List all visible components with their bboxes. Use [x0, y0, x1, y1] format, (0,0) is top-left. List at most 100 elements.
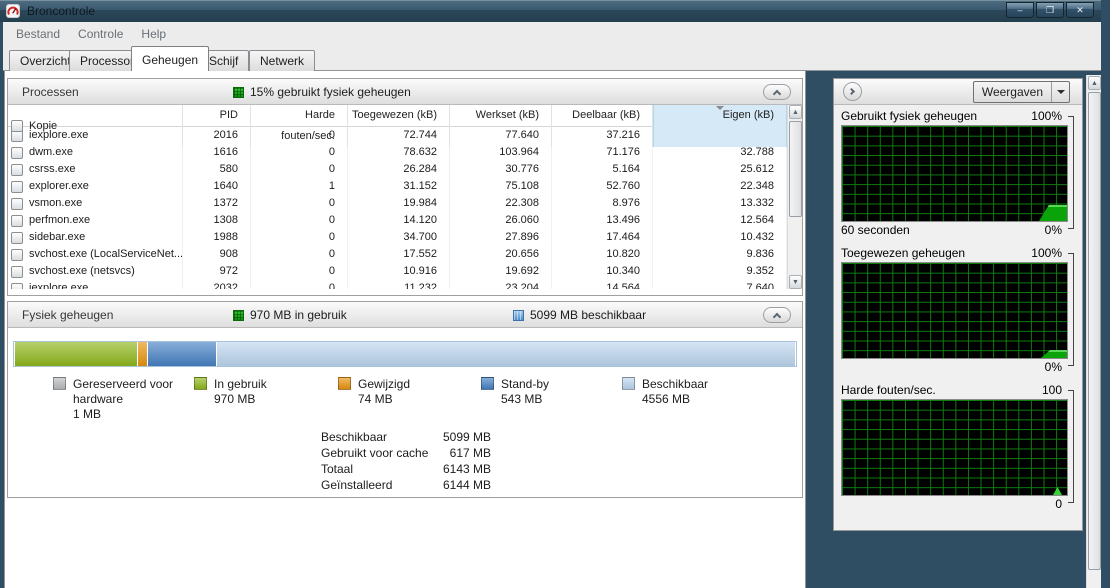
scroll-down-button[interactable]: ▼: [789, 275, 802, 289]
views-dropdown-arrow[interactable]: [1051, 82, 1069, 102]
graph-plot-area: [841, 399, 1068, 496]
chevron-down-icon: [1057, 90, 1065, 94]
physical-memory-collapse-button[interactable]: [763, 307, 791, 323]
physical-memory-title: Fysiek geheugen: [22, 308, 113, 322]
table-row[interactable]: iexplore.exe 2032 0 11.232 23.204 14.564…: [8, 280, 787, 289]
in-use-icon: [233, 310, 244, 321]
column-header-harde-fouten[interactable]: Harde fouten/sec.: [251, 105, 348, 147]
legend-color-swatch: [622, 377, 635, 390]
window-title: Broncontrole: [27, 4, 95, 18]
graph-title: Harde fouten/sec.: [841, 383, 936, 398]
table-row[interactable]: csrss.exe 580 0 26.284 30.776 5.164 25.6…: [8, 161, 787, 178]
column-header-pid[interactable]: PID: [183, 105, 251, 147]
in-use-status: 970 MB in gebruik: [233, 308, 347, 322]
memory-usage-icon: [233, 87, 244, 98]
minimize-button[interactable]: –: [1006, 2, 1034, 18]
graph-fill-1: [1041, 350, 1067, 358]
available-status-text: 5099 MB beschikbaar: [530, 308, 646, 322]
menubar: BestandControleHelp: [3, 22, 1102, 45]
menu-item-controle[interactable]: Controle: [69, 24, 132, 44]
window-border-left: [0, 22, 3, 588]
column-header-deelbaar[interactable]: Deelbaar (kB): [552, 105, 653, 147]
side-panel: Weergaven Gebruikt fysiek geheugen 100% …: [833, 78, 1083, 531]
expand-button[interactable]: [843, 82, 862, 101]
legend-color-swatch: [194, 377, 207, 390]
graph-time-axis-label: 60 seconden: [841, 223, 910, 238]
chevron-up-icon: [773, 313, 781, 321]
memory-bar: [13, 341, 797, 367]
memory-bar-segment: [148, 342, 217, 366]
column-header-werkset[interactable]: Werkset (kB): [450, 105, 552, 147]
column-header-eigen[interactable]: Eigen (kB): [653, 105, 787, 147]
column-header-kopie[interactable]: Kopie: [8, 105, 183, 147]
legend-item: Gereserveerd voor hardware1 MB: [53, 377, 183, 422]
page-scroll-up-button[interactable]: ▲: [1088, 76, 1101, 90]
sort-indicator-icon: [716, 106, 724, 110]
side-panel-header: Weergaven: [834, 79, 1082, 105]
table-row[interactable]: vsmon.exe 1372 0 19.984 22.308 8.976 13.…: [8, 195, 787, 212]
page-scroll-thumb[interactable]: [1088, 92, 1101, 570]
row-checkbox[interactable]: [11, 198, 23, 210]
graph-scale-bracket: [1068, 116, 1074, 229]
processes-collapse-button[interactable]: [763, 84, 791, 100]
legend-item: Stand-by543 MB: [481, 377, 549, 407]
scroll-up-button[interactable]: ▲: [789, 105, 802, 119]
table-row[interactable]: sidebar.exe 1988 0 34.700 27.896 17.464 …: [8, 229, 787, 246]
graph-fill-2: [1053, 487, 1062, 495]
table-row[interactable]: svchost.exe (LocalServiceNet... 908 0 17…: [8, 246, 787, 263]
views-dropdown-button[interactable]: Weergaven: [973, 81, 1070, 103]
maximize-button[interactable]: ❐: [1036, 2, 1064, 18]
process-table-header: Kopie PID Harde fouten/sec. Toegewezen (…: [8, 105, 787, 127]
table-row[interactable]: explorer.exe 1640 1 31.152 75.108 52.760…: [8, 178, 787, 195]
available-icon: [513, 310, 524, 321]
legend-item: Beschikbaar4556 MB: [622, 377, 708, 407]
views-button-label: Weergaven: [974, 85, 1051, 99]
in-use-status-text: 970 MB in gebruik: [250, 308, 347, 322]
process-table-body: iexplore.exe 2016 0 72.744 77.640 37.216…: [8, 127, 787, 289]
detail-row: Totaal6143 MB: [321, 462, 491, 476]
graph-min-label: 0: [1055, 497, 1062, 512]
available-status: 5099 MB beschikbaar: [513, 308, 646, 322]
graph-scale-bracket: [1068, 390, 1074, 503]
main-content-column: Processen 15% gebruikt fysiek geheugen K…: [4, 71, 806, 588]
row-checkbox[interactable]: [11, 181, 23, 193]
graph-max-label: 100: [1042, 383, 1062, 398]
processes-status-text: 15% gebruikt fysiek geheugen: [250, 85, 411, 99]
memory-bar-segment: [15, 342, 138, 366]
titlebar[interactable]: Broncontrole – ❐ ✕: [0, 0, 1110, 22]
table-scrollbar[interactable]: ▲ ▼: [787, 105, 802, 289]
table-row[interactable]: perfmon.exe 1308 0 14.120 26.060 13.496 …: [8, 212, 787, 229]
tab-geheugen[interactable]: Geheugen: [131, 46, 209, 71]
graph-used-memory: Gebruikt fysiek geheugen 100% 60 seconde…: [841, 109, 1074, 242]
graph-min-label: 0%: [1045, 360, 1062, 375]
legend-item: Gewijzigd74 MB: [338, 377, 410, 407]
row-checkbox[interactable]: [11, 232, 23, 244]
row-checkbox[interactable]: [11, 283, 23, 290]
menu-item-bestand[interactable]: Bestand: [7, 24, 69, 44]
memory-bar-segment: [138, 342, 147, 366]
row-checkbox[interactable]: [11, 215, 23, 227]
row-checkbox[interactable]: [11, 147, 23, 159]
close-button[interactable]: ✕: [1066, 2, 1094, 18]
column-header-toegewezen[interactable]: Toegewezen (kB): [348, 105, 450, 147]
graph-max-label: 100%: [1031, 246, 1062, 261]
graph-scale-bracket: [1068, 253, 1074, 366]
page-scrollbar[interactable]: ▲: [1086, 75, 1101, 588]
graph-fill-0: [1039, 205, 1067, 221]
row-checkbox[interactable]: [11, 164, 23, 176]
row-checkbox[interactable]: [11, 249, 23, 261]
row-checkbox[interactable]: [11, 266, 23, 278]
processes-title: Processen: [22, 85, 79, 99]
select-all-checkbox[interactable]: [11, 120, 23, 132]
app-icon: [6, 4, 20, 18]
tab-netwerk[interactable]: Netwerk: [249, 50, 315, 71]
scroll-thumb[interactable]: [789, 121, 802, 217]
graph-max-label: 100%: [1031, 109, 1062, 124]
legend-color-swatch: [338, 377, 351, 390]
process-table: Kopie PID Harde fouten/sec. Toegewezen (…: [8, 105, 787, 289]
table-row[interactable]: svchost.exe (netsvcs) 972 0 10.916 19.69…: [8, 263, 787, 280]
memory-bar-segment: [217, 342, 796, 366]
graph-title: Gebruikt fysiek geheugen: [841, 109, 977, 124]
graph-hard-faults: Harde fouten/sec. 100 0: [841, 383, 1074, 516]
menu-item-help[interactable]: Help: [132, 24, 175, 44]
